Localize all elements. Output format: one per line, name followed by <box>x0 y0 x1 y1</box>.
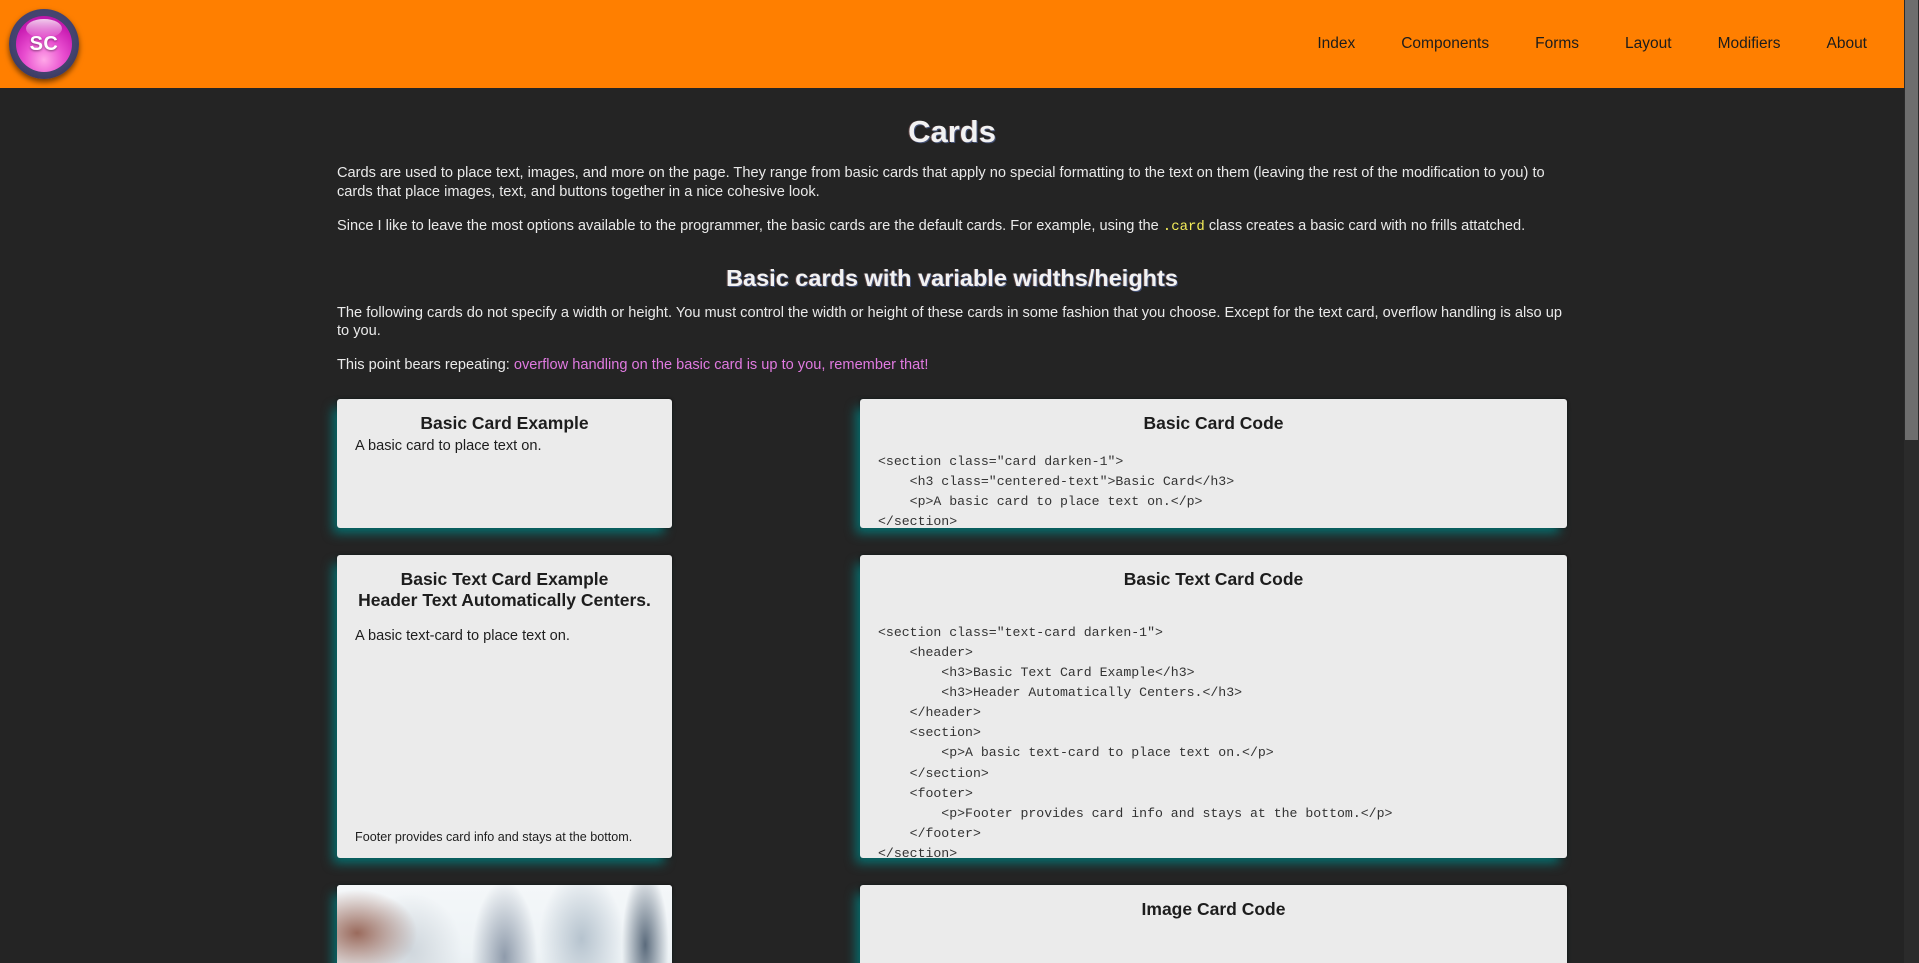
code-block-text-card: <section class="text-card darken-1"> <he… <box>878 625 1393 861</box>
page-title: Cards <box>908 114 996 149</box>
inline-code-card-class: .card <box>1162 218 1205 235</box>
card-text-example-header: Basic Text Card Example Header Text Auto… <box>355 569 654 612</box>
intro-paragraph-2-suffix: class creates a basic card with no frill… <box>1204 217 1526 234</box>
card-text-example-title-line-1: Basic Text Card Example <box>400 569 609 590</box>
card-image-code-title: Image Card Code <box>1141 899 1286 920</box>
card-basic-code-title: Basic Card Code <box>1143 413 1284 434</box>
card-text-example: Basic Text Card Example Header Text Auto… <box>337 555 672 859</box>
intro-paragraph-1: Cards are used to place text, images, an… <box>337 165 1545 200</box>
repeat-emphasis: overflow handling on the basic card is u… <box>513 357 929 374</box>
main-navigation: Index Components Forms Layout Modifiers … <box>1294 29 1890 59</box>
card-text-example-footer: Footer provides card info and stays at t… <box>355 830 654 844</box>
section-title-basic-cards: Basic cards with variable widths/heights <box>726 264 1178 291</box>
intro-paragraph-2-prefix: Since I like to leave the most options a… <box>337 217 1163 234</box>
repeat-paragraph: This point bears repeating: overflow han… <box>337 356 1567 375</box>
card-text-example-title-line-2: Header Text Automatically Centers. <box>358 590 651 611</box>
card-text-example-footer-text: Footer provides card info and stays at t… <box>355 830 633 845</box>
card-basic-example-title: Basic Card Example <box>420 413 589 434</box>
nav-item-modifiers[interactable]: Modifiers <box>1695 29 1804 59</box>
page-scrollbar-thumb[interactable] <box>1905 0 1918 440</box>
card-image-code: Image Card Code <box>860 885 1567 963</box>
sc-logo[interactable]: SC <box>9 9 79 79</box>
card-text-code-title: Basic Text Card Code <box>1123 569 1304 590</box>
code-block-basic-card: <section class="card darken-1"> <h3 clas… <box>878 454 1235 530</box>
logo-label: SC <box>29 32 59 55</box>
nav-item-components[interactable]: Components <box>1378 29 1512 59</box>
nav-item-about[interactable]: About <box>1803 29 1890 59</box>
card-basic-example: Basic Card Example A basic card to place… <box>337 399 672 529</box>
section-paragraph: The following cards do not specify a wid… <box>337 304 1562 340</box>
nav-item-index[interactable]: Index <box>1294 29 1378 59</box>
nav-item-layout[interactable]: Layout <box>1602 29 1695 59</box>
card-basic-example-body: A basic card to place text on. <box>355 438 542 455</box>
card-basic-code: Basic Card Code <section class="card dar… <box>860 399 1567 529</box>
card-image-example <box>337 885 672 963</box>
site-header: SC Index Components Forms Layout Modifie… <box>0 0 1904 88</box>
page-scrollbar-track[interactable] <box>1904 0 1919 963</box>
main-content: Cards Cards are used to place text, imag… <box>0 114 1904 963</box>
card-text-example-body: A basic text-card to place text on. <box>355 612 654 830</box>
card-text-example-body-text: A basic text-card to place text on. <box>355 627 570 644</box>
card-grid: Basic Card Example A basic card to place… <box>337 399 1567 963</box>
page-viewport: SC Index Components Forms Layout Modifie… <box>0 0 1919 963</box>
nav-item-forms[interactable]: Forms <box>1512 29 1602 59</box>
card-text-code: Basic Text Card Code <section class="tex… <box>860 555 1567 861</box>
intro-paragraph-2: Since I like to leave the most options a… <box>337 217 1567 236</box>
card-image-photo <box>337 885 672 963</box>
repeat-prefix: This point bears repeating: <box>337 357 514 374</box>
